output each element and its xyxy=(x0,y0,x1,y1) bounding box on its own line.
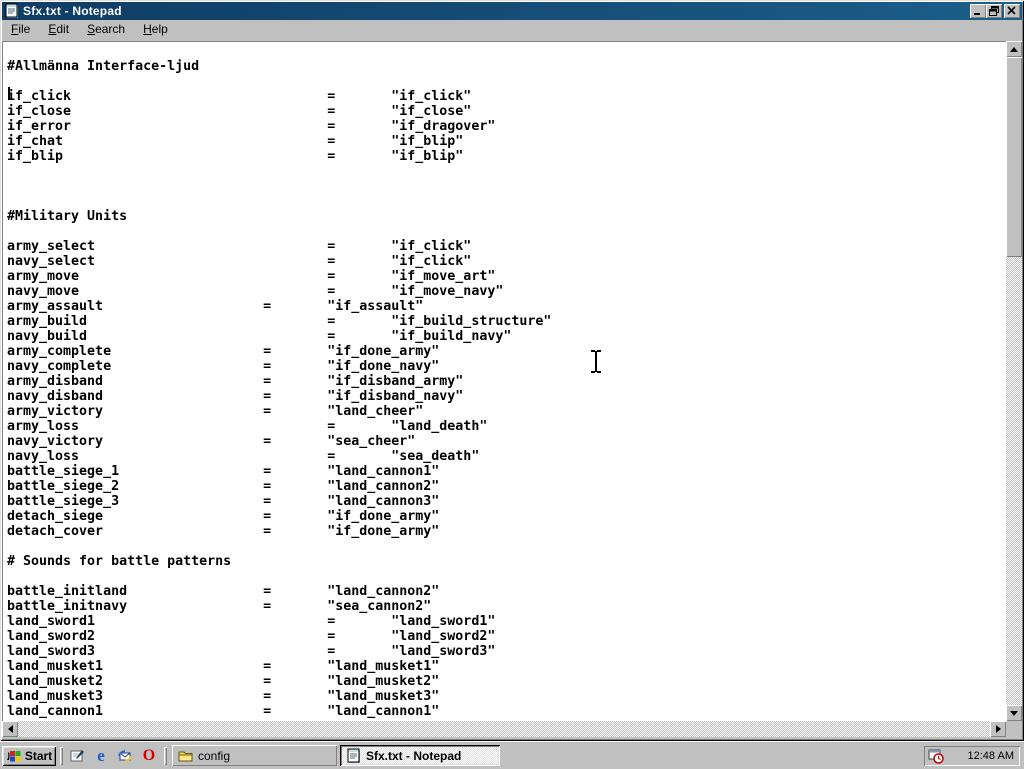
notepad-icon xyxy=(346,748,362,764)
opera-icon[interactable]: O xyxy=(140,747,158,765)
text-editor-area[interactable]: #Allmänna Interface-ljud if_click = "if_… xyxy=(2,41,1006,721)
windows-logo-icon xyxy=(6,751,21,762)
title-bar[interactable]: Sfx.txt - Notepad xyxy=(2,2,1022,20)
taskbar-item-config[interactable]: config xyxy=(172,745,337,766)
window-title: Sfx.txt - Notepad xyxy=(23,4,122,18)
menu-edit[interactable]: Edit xyxy=(39,20,78,39)
menu-help[interactable]: Help xyxy=(134,20,177,39)
horizontal-scrollbar[interactable] xyxy=(2,721,1006,737)
task-scheduler-icon[interactable] xyxy=(928,748,944,764)
vertical-scrollbar[interactable] xyxy=(1006,41,1022,721)
task-label: config xyxy=(198,748,231,763)
taskbar: Start e O config Sfx.txt - Notepad 12:48… xyxy=(0,741,1024,768)
notepad-icon xyxy=(4,3,20,19)
clock[interactable]: 12:48 AM xyxy=(968,750,1014,762)
notepad-window: Sfx.txt - Notepad File Edit Search Help … xyxy=(0,0,1024,741)
scroll-left-icon[interactable] xyxy=(2,721,18,737)
taskbar-item-notepad[interactable]: Sfx.txt - Notepad xyxy=(340,745,500,766)
vertical-scroll-track[interactable] xyxy=(1006,257,1022,705)
minimize-button[interactable] xyxy=(970,4,986,18)
show-desktop-icon[interactable] xyxy=(68,747,86,765)
toolbar-grip[interactable] xyxy=(60,747,63,765)
menu-file[interactable]: File xyxy=(2,20,39,39)
internet-explorer-icon[interactable]: e xyxy=(92,747,110,765)
toolbar-grip[interactable] xyxy=(164,747,167,765)
folder-icon xyxy=(178,748,194,764)
system-tray: 12:48 AM xyxy=(924,746,1020,766)
restore-button[interactable] xyxy=(986,4,1002,18)
outlook-express-icon[interactable] xyxy=(116,747,134,765)
scroll-down-icon[interactable] xyxy=(1006,705,1022,721)
close-icon[interactable] xyxy=(1004,4,1020,18)
text-caret xyxy=(8,87,10,100)
menu-bar: File Edit Search Help xyxy=(2,20,1022,39)
vertical-scroll-thumb[interactable] xyxy=(1006,57,1022,257)
start-button[interactable]: Start xyxy=(2,746,56,766)
menu-search[interactable]: Search xyxy=(78,20,134,39)
editor-text: #Allmänna Interface-ljud if_click = "if_… xyxy=(7,59,552,719)
scroll-right-icon[interactable] xyxy=(990,721,1006,737)
scrollbar-corner xyxy=(1006,721,1022,737)
task-label: Sfx.txt - Notepad xyxy=(366,748,462,763)
start-label: Start xyxy=(24,749,53,763)
horizontal-scroll-track[interactable] xyxy=(18,721,990,737)
ibeam-cursor xyxy=(589,349,603,380)
scroll-up-icon[interactable] xyxy=(1006,41,1022,57)
